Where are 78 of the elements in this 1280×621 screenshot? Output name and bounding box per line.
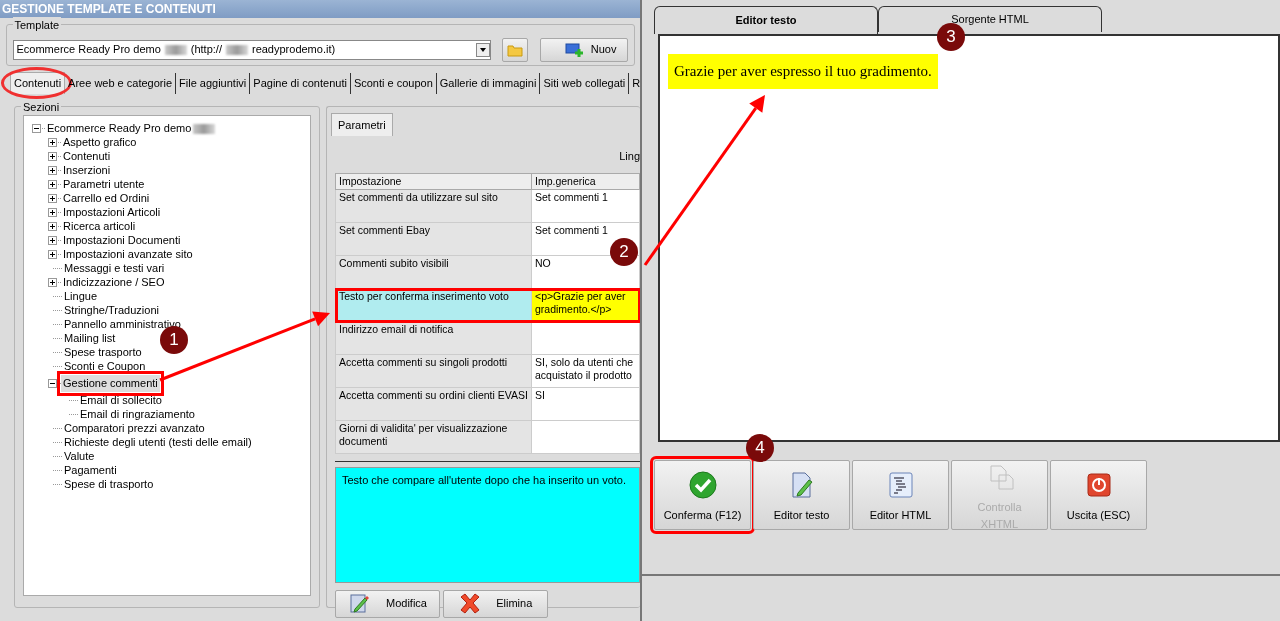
tab[interactable]: R <box>629 73 640 94</box>
expand-icon[interactable] <box>48 222 57 231</box>
tab[interactable]: File aggiuntivi <box>176 73 251 94</box>
table-cell: Commenti subito visibili <box>335 255 532 289</box>
tab[interactable]: Gallerie di immagini <box>436 73 541 94</box>
description-box: Testo che compare all'utente dopo che ha inserito un voto. <box>335 466 640 583</box>
document-pencil-icon <box>348 591 372 616</box>
tree-item[interactable]: Richieste degli utenti (testi delle email) <box>62 434 254 451</box>
toolbar-button[interactable]: Editor testo <box>753 460 850 530</box>
redaction-mark <box>164 44 187 55</box>
tree-item[interactable]: Aspetto grafico <box>61 134 139 151</box>
collapse-icon[interactable] <box>32 124 41 133</box>
table-cell: Giorni di validita' per visualizzazione documenti <box>335 420 532 454</box>
tree-item[interactable]: Impostazioni Documenti <box>61 232 183 249</box>
power-icon <box>1084 471 1113 500</box>
tab[interactable]: Sconti e coupon <box>350 73 437 94</box>
tab[interactable]: Siti web collegati <box>540 73 630 94</box>
tree-item[interactable]: Mailing list <box>62 330 118 347</box>
toolbar-button[interactable]: Uscita (ESC) <box>1050 460 1147 530</box>
tree-item[interactable]: Impostazioni Articoli <box>61 204 163 221</box>
language-label: Ling <box>619 149 640 164</box>
tree-item[interactable]: Indicizzazione / SEO <box>61 274 167 291</box>
tree-item[interactable]: Comparatori prezzi avanzato <box>62 420 207 437</box>
expand-icon[interactable] <box>48 208 57 217</box>
expand-icon[interactable] <box>48 194 57 203</box>
tree-item[interactable]: Ecommerce Ready Pro demo <box>45 120 194 137</box>
table-cell: <p>Grazie per aver gradimento.</p> <box>531 288 640 322</box>
expand-icon[interactable] <box>48 180 57 189</box>
check-icon <box>688 471 717 500</box>
tab[interactable]: Pagine di contenuti <box>250 73 351 94</box>
toolbar-button[interactable]: Editor HTML <box>852 460 949 530</box>
expand-icon[interactable] <box>48 166 57 175</box>
tree-item[interactable]: Inserzioni <box>61 162 113 179</box>
tree-item[interactable]: Sconti e Coupon <box>62 358 148 375</box>
table-cell: SI <box>531 387 640 421</box>
table-cell: SI, solo da utenti che acquistato il prodotto <box>531 354 640 388</box>
table-cell: Accetta commenti su ordini clienti EVASI <box>335 387 532 421</box>
tree-item[interactable]: Messaggi e testi vari <box>62 260 167 277</box>
column-header: Imp.generica <box>531 173 640 190</box>
new-button[interactable]: Nuov <box>539 37 628 62</box>
window-title: GESTIONE TEMPLATE E CONTENUTI <box>0 0 640 18</box>
delete-button[interactable]: Elimina <box>442 589 548 618</box>
tree-item[interactable]: Lingue <box>62 288 100 305</box>
tree-item[interactable]: Stringhe/Traduzioni <box>62 302 161 319</box>
tree-item[interactable]: Parametri utente <box>61 176 147 193</box>
folder-icon <box>507 42 524 57</box>
tree-item[interactable]: Contenuti <box>61 148 113 165</box>
tree-item[interactable]: Spese di trasporto <box>62 476 156 493</box>
expand-icon[interactable] <box>48 250 57 259</box>
expand-icon[interactable] <box>48 138 57 147</box>
expand-icon[interactable] <box>48 278 57 287</box>
tree-item[interactable]: Spese trasporto <box>62 344 144 361</box>
editor-text: Grazie per aver espresso il tuo gradimento. <box>668 54 938 89</box>
table-cell: Set commenti Ebay <box>335 222 532 256</box>
tree-item[interactable]: Email di ringraziamento <box>78 406 197 423</box>
table-cell: Indirizzo email di notifica <box>335 321 532 355</box>
expand-icon[interactable] <box>48 236 57 245</box>
tree-item[interactable]: Email di sollecito <box>78 392 164 409</box>
tree-item[interactable]: Ricerca articoli <box>61 218 138 235</box>
document-lines-icon <box>886 471 915 500</box>
collapse-icon[interactable] <box>48 379 57 388</box>
redaction-mark <box>225 44 248 55</box>
tab[interactable]: Contenuti <box>10 72 66 94</box>
table-cell: Set commenti da utilizzare sul sito <box>335 189 532 223</box>
tree-item[interactable]: Impostazioni avanzate sito <box>61 246 195 263</box>
tab[interactable]: Editor testo <box>654 6 878 34</box>
expand-icon[interactable] <box>48 152 57 161</box>
template-dropdown[interactable]: Ecommerce Ready Pro demo (http:// readyprodemo.it) <box>12 39 491 60</box>
tree-item[interactable]: Valute <box>62 448 97 465</box>
table-cell: Accetta commenti su singoli prodotti <box>335 354 532 388</box>
table-cell: Testo per conferma inserimento voto <box>335 288 532 322</box>
monitor-plus-icon <box>564 41 585 58</box>
table-cell: Set commenti 1 <box>531 189 640 223</box>
tree-item[interactable]: Carrello ed Ordini <box>61 190 152 207</box>
tab[interactable]: Parametri <box>331 112 393 136</box>
column-header: Impostazione <box>335 173 532 190</box>
edit-button[interactable]: Modifica <box>335 589 440 618</box>
tree-item[interactable]: Pagamenti <box>62 462 119 479</box>
